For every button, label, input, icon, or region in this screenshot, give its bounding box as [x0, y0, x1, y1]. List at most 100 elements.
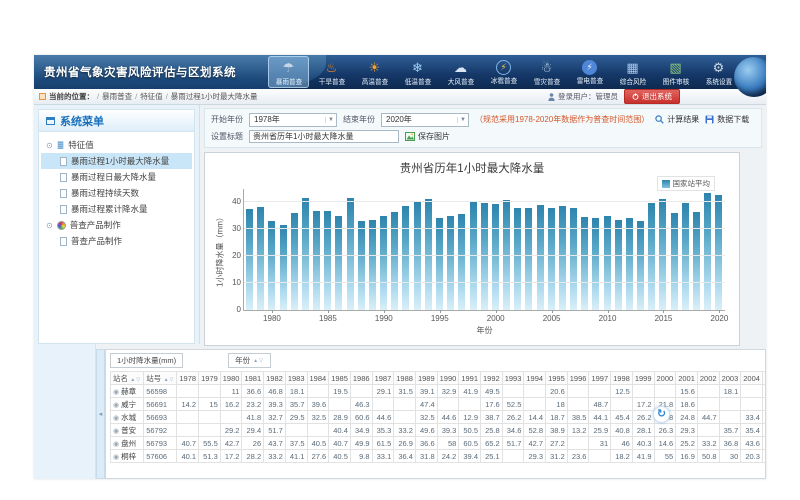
save-image-button[interactable]: 保存图片 — [405, 131, 450, 142]
value-cell-盘州-1978: 40.7 — [177, 437, 199, 450]
y-tick-label: 0 — [221, 305, 241, 314]
row-select-icon[interactable]: ◉ — [113, 454, 119, 461]
breadcrumb-separator: / — [97, 92, 99, 101]
composite-risk-icon: ▦ — [626, 59, 638, 76]
sidebar-item-暴雨过程日最大降水量[interactable]: 暴雨过程日最大降水量 — [41, 169, 192, 185]
chart-bar-1983 — [302, 198, 309, 310]
value-cell-威宁-1979: 15 — [199, 398, 221, 411]
sidebar-item-普查产品制作[interactable]: 普查产品制作 — [41, 233, 192, 249]
value-cell-盘州-2000: 14.6 — [654, 437, 676, 450]
tree-toggle-icon[interactable]: ⊙ — [46, 141, 53, 150]
nav-item-低温普查[interactable]: ❄低温普查 — [397, 56, 438, 88]
value-cell-盘州-1988: 26.9 — [394, 437, 416, 450]
row-select-icon[interactable]: ◉ — [113, 402, 119, 409]
main-area: 开始年份 1978年 ▼ 结束年份 2020年 ▼ （规范采用1978-2020… — [200, 105, 766, 344]
x-tick-mark — [608, 310, 609, 313]
chart-bar-2011 — [615, 220, 622, 310]
sidebar-item-暴雨过程累计降水量[interactable]: 暴雨过程累计降水量 — [41, 201, 192, 217]
value-cell-水城-1979 — [199, 411, 221, 424]
value-cell-桐梓-1992: 25.1 — [481, 450, 503, 463]
value-cell-威宁-1991 — [459, 398, 481, 411]
year-header-1996: 1996 — [567, 372, 589, 385]
sort-filter-icons[interactable]: ▲▽ — [253, 358, 264, 364]
row-select-icon[interactable]: ◉ — [113, 389, 119, 396]
value-cell-桐梓-1990: 24.2 — [437, 450, 459, 463]
y-tick-label: 30 — [221, 224, 241, 233]
loading-refresh-icon[interactable]: ↻ — [653, 406, 670, 423]
station-header[interactable]: 站名 ▲▽ — [111, 372, 144, 385]
nav-item-雷电普查[interactable]: ⚡雷电普查 — [569, 56, 610, 88]
value-cell-普安-1980: 29.2 — [220, 424, 242, 437]
nav-item-冰雹普查[interactable]: ⚡冰雹普查 — [483, 56, 524, 88]
value-cell-桐梓-1997 — [589, 450, 611, 463]
download-button[interactable]: 数据下载 — [705, 114, 749, 125]
x-tick-mark — [552, 310, 553, 313]
year-header-1984: 1984 — [307, 372, 329, 385]
row-select-icon[interactable]: ◉ — [113, 428, 119, 435]
chart-bar-2007 — [570, 208, 577, 310]
column-field-chip[interactable]: 年份 ▲▽ — [228, 353, 271, 368]
value-cell-普安-2002 — [697, 424, 719, 437]
sidebar-item-暴雨过程1小时最大降水量[interactable]: 暴雨过程1小时最大降水量 — [41, 153, 192, 169]
value-cell-桐梓-1988: 36.4 — [394, 450, 416, 463]
calculate-button[interactable]: 计算结果 — [655, 114, 699, 125]
chart-bar-2017 — [682, 203, 689, 310]
nav-item-系统设置[interactable]: ⚙系统设置 — [698, 56, 739, 88]
nav-item-图件审核[interactable]: ▧图件审核 — [655, 56, 696, 88]
breadcrumb-item[interactable]: 暴雨普查 — [102, 92, 132, 101]
value-cell-桐梓-2004: 20.3 — [741, 450, 763, 463]
value-cell-水城-1981: 41.8 — [242, 411, 264, 424]
value-cell-威宁-1983: 35.7 — [285, 398, 307, 411]
rainstorm-icon: ☂ — [283, 59, 295, 76]
document-icon — [60, 157, 67, 166]
collapse-handle[interactable]: ◂ — [96, 349, 105, 479]
tree-group-特征值[interactable]: ⊙≣特征值 — [41, 137, 192, 153]
table-row-盘州: ◉盘州5679340.755.542.72643.737.540.540.749… — [111, 437, 767, 450]
value-cell-普安-2001: 29.3 — [676, 424, 698, 437]
chart-title-input[interactable] — [249, 130, 399, 143]
power-icon — [632, 93, 639, 100]
value-cell-普安-1981: 29.4 — [242, 424, 264, 437]
menu-tree: ⊙≣特征值暴雨过程1小时最大降水量暴雨过程日最大降水量暴雨过程持续天数暴雨过程累… — [39, 132, 194, 254]
value-cell-盘州-1986: 49.9 — [350, 437, 372, 450]
year-header-1979: 1979 — [199, 372, 221, 385]
station-name: 威宁 — [121, 400, 136, 409]
year-header-2005: 2005 — [762, 372, 766, 385]
breadcrumb-item[interactable]: 特征值 — [140, 92, 163, 101]
value-cell-水城-1993: 26.2 — [502, 411, 524, 424]
breadcrumb-separator: / — [166, 92, 168, 101]
value-cell-赫章-1997 — [589, 385, 611, 398]
breadcrumb-item[interactable]: 暴雨过程1小时最大降水量 — [171, 92, 258, 101]
value-cell-普安-1991: 50.5 — [459, 424, 481, 437]
value-cell-赫章-1994 — [524, 385, 546, 398]
tree-group-普查产品制作[interactable]: ⊙普查产品制作 — [41, 217, 192, 233]
nav-label: 系统设置 — [705, 77, 732, 87]
station-id-header[interactable]: 站号 ▲▽ — [144, 372, 177, 385]
bottom-section: ◂ 1小时降水量(mm) 年份 ▲▽ 站名 ▲▽站号 ▲▽19781979198… — [34, 344, 766, 479]
value-cell-盘州-1984: 40.5 — [307, 437, 329, 450]
value-cell-盘州-1997: 31 — [589, 437, 611, 450]
start-year-select[interactable]: 1978年 ▼ — [249, 113, 337, 127]
value-cell-桐梓-1996: 23.6 — [567, 450, 589, 463]
chart-bar-1986 — [335, 216, 342, 310]
value-cell-桐梓-1982: 33.2 — [264, 450, 286, 463]
value-field-chip[interactable]: 1小时降水量(mm) — [110, 353, 183, 368]
logout-button[interactable]: 退出系统 — [624, 89, 680, 104]
row-select-icon[interactable]: ◉ — [113, 415, 119, 422]
nav-item-大风普查[interactable]: ☁大风普查 — [440, 56, 481, 88]
x-tick-mark — [384, 310, 385, 313]
nav-item-暴雨普查[interactable]: ☂暴雨普查 — [268, 56, 309, 88]
nav-item-综合风险[interactable]: ▦综合风险 — [612, 56, 653, 88]
value-cell-赫章-2003: 18.1 — [719, 385, 741, 398]
sidebar-item-暴雨过程持续天数[interactable]: 暴雨过程持续天数 — [41, 185, 192, 201]
value-cell-威宁-2004 — [741, 398, 763, 411]
tree-toggle-icon[interactable]: ⊙ — [46, 221, 53, 230]
sort-filter-icons[interactable]: ▲▽ — [128, 377, 141, 383]
x-tick-label: 2005 — [543, 314, 561, 323]
sort-filter-icons[interactable]: ▲▽ — [161, 377, 174, 383]
nav-item-干旱普查[interactable]: ♨干旱普查 — [311, 56, 352, 88]
row-select-icon[interactable]: ◉ — [113, 441, 119, 448]
end-year-select[interactable]: 2020年 ▼ — [381, 113, 469, 127]
nav-item-高温普查[interactable]: ☀高温普查 — [354, 56, 395, 88]
nav-item-雪灾普查[interactable]: ☃雪灾普查 — [526, 56, 567, 88]
